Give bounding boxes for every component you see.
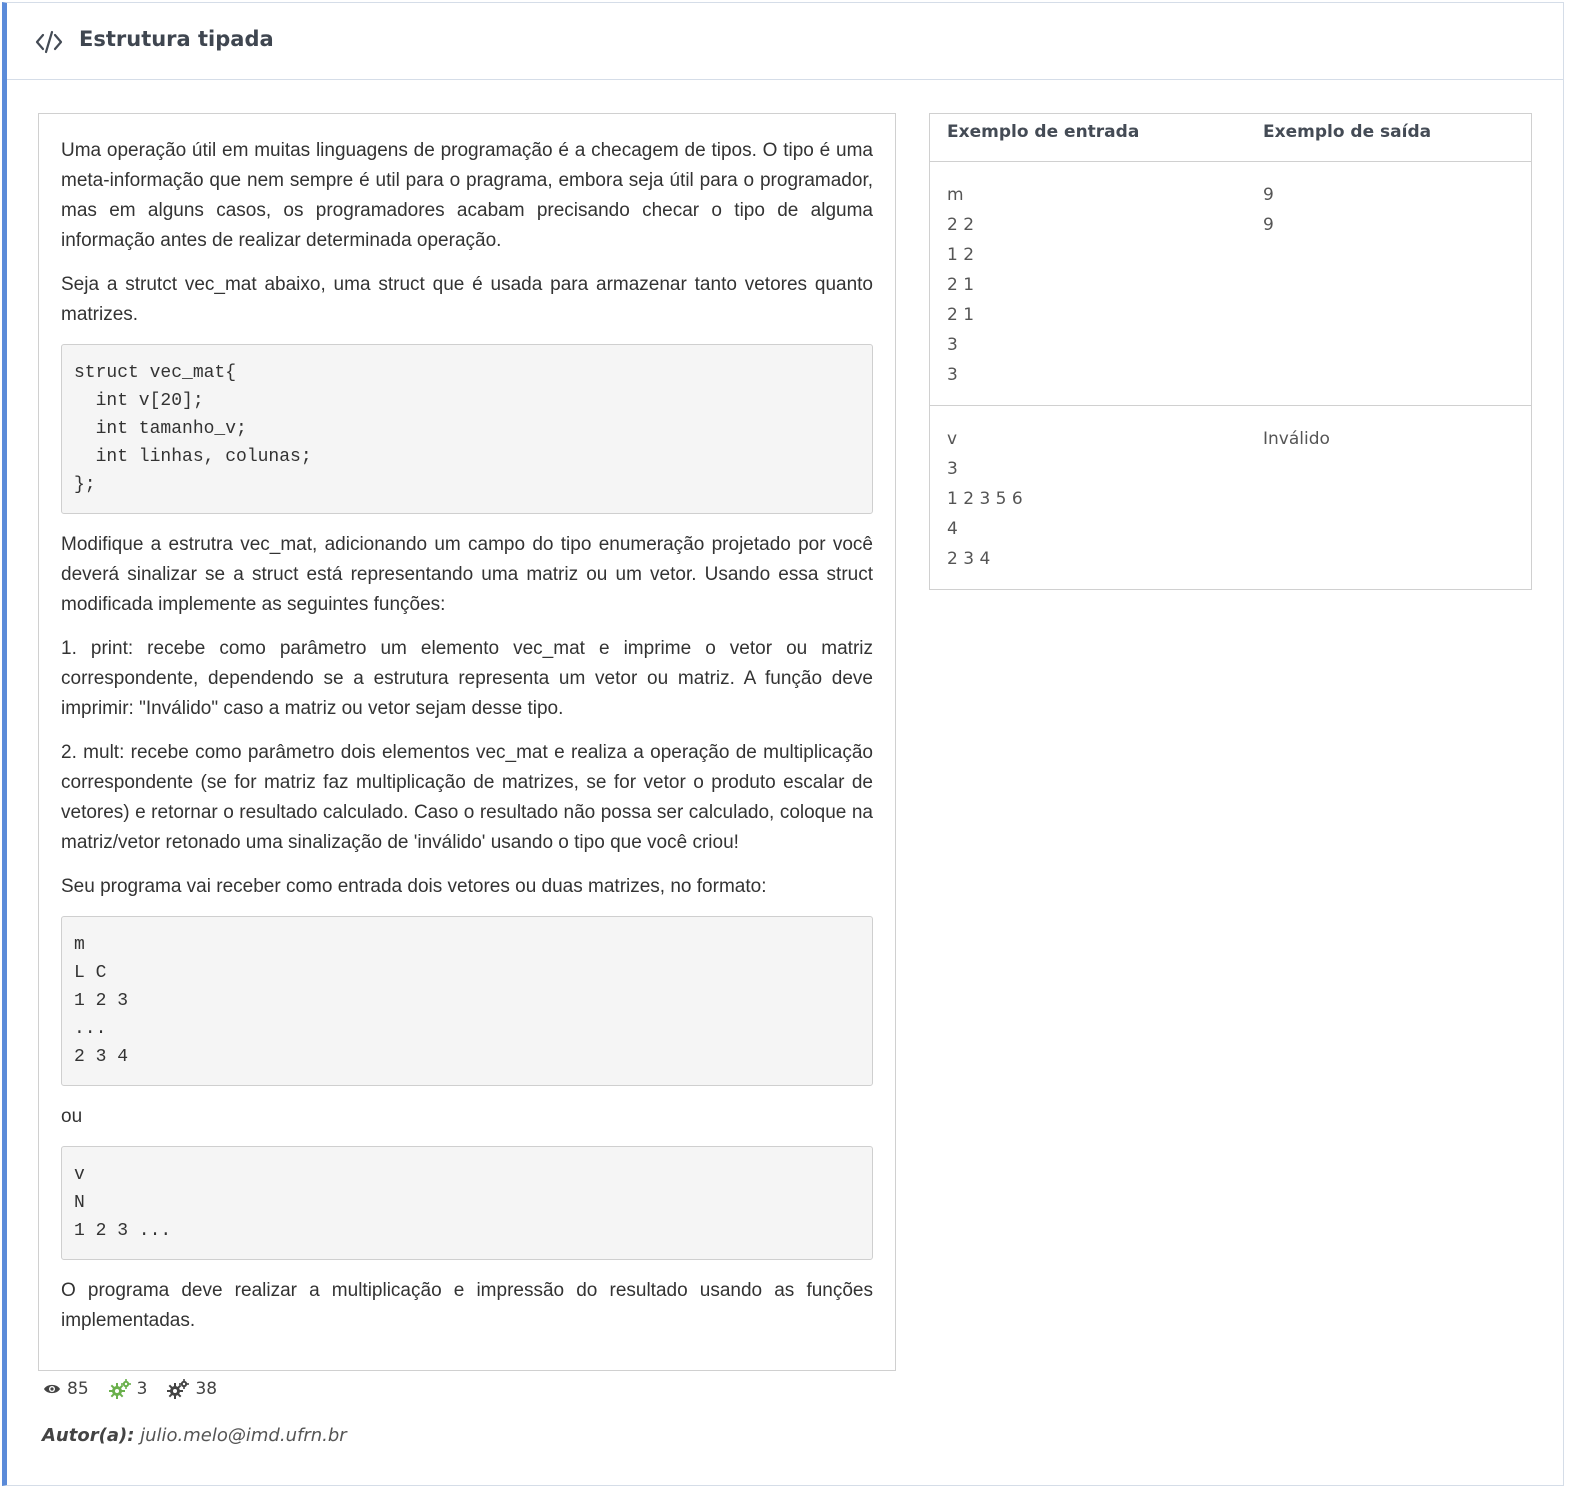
eye-icon [44, 1384, 60, 1394]
problem-panel: Estrutura tipada Uma operação útil em mu… [2, 2, 1564, 1486]
page-title: Estrutura tipada [79, 27, 274, 51]
submissions-stat: 38 [167, 1379, 217, 1399]
example-input: m 2 2 1 2 2 1 2 1 3 3 [947, 185, 975, 385]
code-icon [35, 30, 63, 54]
author-line: Autor(a): julio.melo@imd.ufrn.br [42, 1425, 347, 1446]
description-paragraph: O programa deve realizar a multiplicação… [61, 1280, 873, 1331]
example-output: Inválido [1263, 429, 1330, 449]
author-label: Autor(a): [42, 1425, 135, 1446]
description-paragraph: Uma operação útil em muitas linguagens d… [61, 140, 873, 251]
description-paragraph: Seja a strutct vec_mat abaixo, uma struc… [61, 274, 873, 325]
submissions-count: 38 [195, 1379, 218, 1399]
example-input: v 3 1 2 3 5 6 4 2 3 4 [947, 429, 1023, 569]
solved-stat: 3 [108, 1379, 148, 1399]
views-stat: 85 [43, 1379, 89, 1399]
panel-header: Estrutura tipada [7, 3, 1563, 80]
description-paragraph: 1. print: recebe como parâmetro um eleme… [61, 638, 873, 719]
code-block: m L C 1 2 3 ... 2 3 4 [61, 916, 873, 1086]
output-column-header: Exemplo de saída [1263, 122, 1432, 142]
problem-stats: 85 3 38 [43, 1377, 237, 1401]
input-column-header: Exemplo de entrada [947, 122, 1140, 142]
solved-count: 3 [136, 1379, 148, 1399]
author-email: julio.melo@imd.ufrn.br [140, 1425, 347, 1446]
problem-description: Uma operação útil em muitas linguagens d… [38, 113, 896, 1371]
examples-table: Exemplo de entrada Exemplo de saída m 2 … [929, 113, 1532, 590]
description-paragraph: 2. mult: recebe como parâmetro dois elem… [61, 742, 873, 853]
description-paragraph: Modifique a estrutra vec_mat, adicionand… [61, 534, 873, 615]
description-paragraph: Seu programa vai receber como entrada do… [61, 876, 767, 897]
code-block: v N 1 2 3 ... [61, 1146, 873, 1260]
code-block: struct vec_mat{ int v[20]; int tamanho_v… [61, 344, 873, 514]
views-count: 85 [67, 1379, 89, 1399]
example-output: 9 9 [1263, 185, 1274, 235]
example-row: v 3 1 2 3 5 6 4 2 3 4 Inválido [930, 406, 1531, 589]
example-row: m 2 2 1 2 2 1 2 1 3 3 9 9 [930, 162, 1531, 406]
gears-icon [167, 1379, 190, 1399]
examples-table-header: Exemplo de entrada Exemplo de saída [930, 114, 1531, 162]
gears-green-icon [108, 1379, 131, 1399]
description-paragraph: ou [61, 1106, 83, 1127]
